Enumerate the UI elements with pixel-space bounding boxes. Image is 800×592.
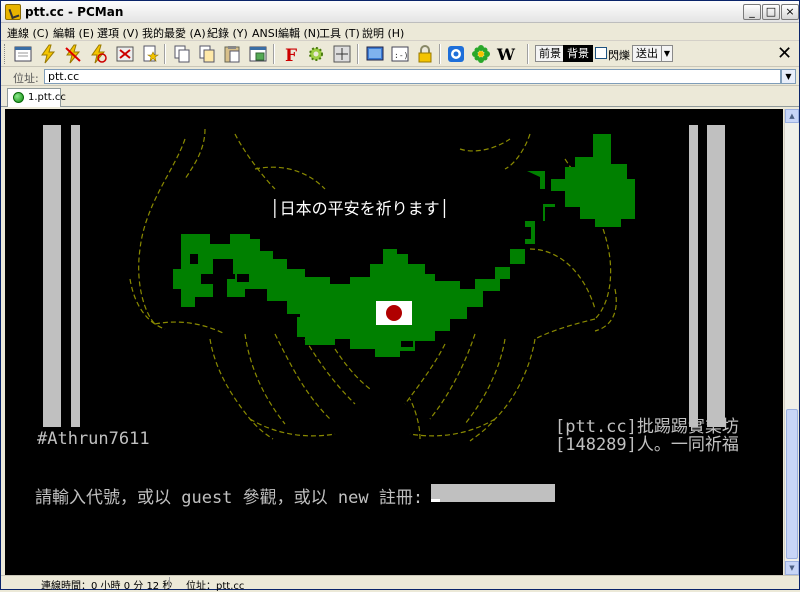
menu-edit[interactable]: 編輯 (E) — [53, 25, 94, 41]
tab-bar: 1.ptt.cc — [1, 86, 799, 107]
toolbar-grip[interactable] — [4, 44, 7, 64]
lock-icon[interactable] — [415, 44, 435, 64]
site-list-icon[interactable] — [13, 44, 33, 64]
paste-with-color-icon[interactable] — [248, 44, 268, 64]
toolbar-separator — [164, 44, 166, 64]
maximize-button[interactable]: □ — [762, 4, 780, 20]
copy-with-color-icon[interactable] — [197, 44, 217, 64]
svg-text::-): :-) — [394, 51, 408, 60]
menu-favorites[interactable]: 我的最愛 (A) — [142, 25, 206, 41]
toolbar-separator — [527, 44, 529, 64]
login-input[interactable] — [431, 484, 555, 502]
address-dropdown-icon[interactable]: ▼ — [781, 69, 796, 84]
blink-checkbox[interactable] — [595, 47, 607, 59]
send-label: 送出 — [636, 47, 658, 60]
close-tab-icon[interactable] — [115, 44, 135, 64]
japan-flag — [376, 301, 412, 325]
menu-options[interactable]: 選項 (V) — [97, 25, 139, 41]
status-bar: 連線時間：0 小時 0 分 12 秒 位址：ptt.cc — [1, 575, 799, 592]
emoticon-icon[interactable]: :-) — [390, 44, 410, 64]
text-cursor — [431, 499, 440, 502]
settings-gear-icon[interactable] — [306, 44, 326, 64]
tab-label: 1.ptt.cc — [28, 92, 66, 103]
menu-log[interactable]: 紀錄 (Y) — [207, 25, 248, 41]
online-count: [148289]人。一同祈福 — [555, 435, 739, 455]
svg-text:F: F — [285, 46, 297, 64]
reconnect-icon[interactable] — [88, 44, 108, 64]
search-engine-icon[interactable] — [446, 44, 466, 64]
connect-icon[interactable] — [38, 44, 58, 64]
pcman-window: ptt.cc - PCMan _ □ × 連線 (C) 編輯 (E) 選項 (V… — [0, 0, 800, 592]
scrollbar-thumb[interactable] — [786, 409, 798, 559]
paste-icon[interactable] — [222, 44, 242, 64]
app-icon — [5, 4, 21, 20]
banner-text: │日本の平安を祈ります│ — [270, 199, 450, 218]
connected-status-icon — [13, 92, 24, 103]
blink-label: 閃爍 — [608, 49, 630, 62]
wikipedia-icon[interactable]: W — [496, 44, 516, 64]
menu-bar: 連線 (C) 編輯 (E) 選項 (V) 我的最愛 (A) 紀錄 (Y) ANS… — [1, 23, 799, 41]
flower-icon[interactable] — [471, 44, 491, 64]
close-icon[interactable]: ✕ — [777, 43, 792, 64]
scroll-down-icon[interactable]: ▼ — [785, 561, 799, 575]
font-icon[interactable]: F — [281, 44, 301, 66]
address-input[interactable] — [44, 69, 781, 84]
toolbar-separator — [273, 44, 275, 64]
scroll-up-icon[interactable]: ▲ — [785, 109, 799, 123]
terminal-scrollbar[interactable]: ▲ ▼ — [784, 109, 799, 575]
fullscreen-icon[interactable] — [332, 44, 352, 64]
address-label: 位址: — [13, 72, 39, 85]
menu-tools[interactable]: 工具 (T) — [319, 25, 360, 41]
menu-ansi-edit[interactable]: ANSI編輯 (N) — [252, 25, 320, 41]
terminal-screen[interactable]: │日本の平安を祈ります│ #Athrun7611 [ptt.cc]批踢踢實業坊 … — [5, 109, 783, 575]
disconnect-icon[interactable] — [63, 44, 83, 64]
copy-icon[interactable] — [172, 44, 192, 64]
artist-signature: #Athrun7611 — [37, 429, 150, 449]
minimize-button[interactable]: _ — [743, 4, 761, 20]
chevron-down-icon[interactable]: ▼ — [661, 46, 672, 61]
foreground-color-button[interactable]: 前景 — [535, 45, 565, 62]
svg-text:W: W — [496, 45, 516, 64]
background-color-button[interactable]: 背景 — [563, 45, 593, 62]
add-favorite-icon[interactable] — [140, 44, 160, 64]
flag-sun — [386, 305, 402, 321]
screen-icon[interactable] — [365, 44, 385, 64]
status-separator — [169, 577, 171, 589]
toolbar-separator — [357, 44, 359, 64]
menu-help[interactable]: 說明 (H) — [362, 25, 404, 41]
toolbar-separator — [439, 44, 441, 64]
tab-ptt[interactable]: 1.ptt.cc — [7, 88, 66, 107]
close-window-button[interactable]: × — [781, 4, 799, 20]
login-prompt: 請輸入代號，或以 guest 參觀，或以 new 註冊: — [35, 488, 434, 508]
toolbar: F :-) W 前景 背景 閃爍 送出 ▼ ✕ — [1, 41, 799, 67]
title-bar[interactable]: ptt.cc - PCMan _ □ × — [1, 1, 799, 23]
address-bar: 位址: ▼ — [1, 67, 799, 86]
window-title: ptt.cc - PCMan — [25, 5, 124, 19]
menu-connection[interactable]: 連線 (C) — [7, 25, 49, 41]
send-dropdown[interactable]: 送出 ▼ — [632, 45, 673, 62]
